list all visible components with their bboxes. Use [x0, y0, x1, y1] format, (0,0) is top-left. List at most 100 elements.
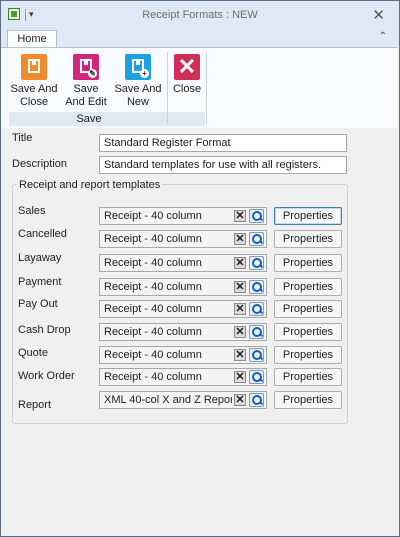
properties-button[interactable]: Properties — [274, 300, 342, 318]
template-select-value: Receipt - 40 column — [104, 210, 202, 222]
close-button[interactable]: ✕ Close — [162, 54, 212, 96]
description-label: Description — [12, 158, 68, 170]
templates-groupbox-title: Receipt and report templates — [17, 179, 163, 191]
search-icon[interactable] — [249, 302, 264, 316]
floppy-disk-edit-icon: ✎ — [73, 54, 99, 80]
save-and-close-label-line1: Save And — [10, 83, 58, 95]
ribbon-group-separator — [206, 52, 207, 124]
x-glyph: ✕ — [177, 54, 197, 79]
template-label-layaway: Layaway — [18, 252, 62, 264]
save-and-edit-label-line1: Save — [73, 83, 99, 95]
title-input[interactable]: Standard Register Format — [99, 134, 347, 152]
magnifier-handle — [258, 355, 264, 361]
template-select-value: Receipt - 40 column — [104, 233, 202, 245]
title-label: Title — [12, 132, 33, 144]
clear-icon[interactable]: ✕ — [234, 281, 246, 293]
tab-home[interactable]: Home — [7, 30, 57, 48]
magnifier-handle — [258, 263, 264, 269]
search-icon[interactable] — [249, 393, 264, 407]
template-select[interactable]: XML 40-col X and Z Report and✕ — [99, 391, 267, 409]
template-select-value: Receipt - 40 column — [104, 281, 202, 293]
description-input[interactable]: Standard templates for use with all regi… — [99, 156, 347, 174]
save-and-new-label-line1: Save And — [114, 83, 162, 95]
save-and-new-button[interactable]: + Save And New — [113, 54, 163, 109]
save-and-close-label-line2: Close — [19, 96, 49, 108]
window-close-icon[interactable]: ✕ — [372, 6, 385, 24]
properties-button[interactable]: Properties — [274, 391, 342, 409]
template-select[interactable]: Receipt - 40 column ✕ — [99, 323, 267, 341]
close-label: Close — [172, 83, 202, 95]
template-select[interactable]: Receipt - 40 column ✕ — [99, 230, 267, 248]
save-and-new-label-line2: New — [126, 96, 149, 108]
template-select-value: Receipt - 40 column — [104, 303, 202, 315]
clear-icon[interactable]: ✕ — [234, 326, 246, 338]
template-label-cash-drop: Cash Drop — [18, 324, 71, 336]
ribbon-tabstrip: Home ⌃ — [1, 29, 399, 48]
magnifier-handle — [258, 377, 264, 383]
template-select[interactable]: Receipt - 40 column ✕ — [99, 300, 267, 318]
template-select[interactable]: Receipt - 40 column ✕ — [99, 207, 267, 225]
properties-button[interactable]: Properties — [274, 323, 342, 341]
search-icon[interactable] — [249, 348, 264, 362]
save-and-edit-label-line2: And Edit — [65, 96, 107, 108]
floppy-disk-new-icon: + — [125, 54, 151, 80]
template-select[interactable]: Receipt - 40 column ✕ — [99, 368, 267, 386]
magnifier-handle — [258, 309, 264, 315]
magnifier-handle — [258, 216, 264, 222]
template-label-payment: Payment — [18, 276, 62, 288]
magnifier-handle — [258, 239, 264, 245]
clear-icon[interactable]: ✕ — [234, 210, 246, 222]
template-select[interactable]: Receipt - 40 column ✕ — [99, 278, 267, 296]
search-icon[interactable] — [249, 370, 264, 384]
properties-button[interactable]: Properties — [274, 368, 342, 386]
search-icon[interactable] — [249, 256, 264, 270]
template-label-cancelled: Cancelled — [18, 228, 67, 240]
properties-button[interactable]: Properties — [274, 346, 342, 364]
template-select[interactable]: Receipt - 40 column ✕ — [99, 346, 267, 364]
title-bar: ▾ Receipt Formats : NEW ✕ — [1, 1, 399, 30]
template-select-value: Receipt - 40 column — [104, 257, 202, 269]
clear-icon[interactable]: ✕ — [234, 303, 246, 315]
close-x-icon: ✕ — [174, 54, 200, 80]
ribbon-group-save: Save And Close ✎ Save And Edit + Save An… — [9, 48, 169, 128]
ribbon-group-save-label: Save — [9, 112, 169, 126]
clear-icon[interactable]: ✕ — [234, 349, 246, 361]
ribbon-group-close-label — [169, 112, 205, 126]
receipt-formats-window: ▾ Receipt Formats : NEW ✕ Home ⌃ Save An… — [0, 0, 400, 537]
clear-icon[interactable]: ✕ — [234, 233, 246, 245]
new-badge-icon: + — [140, 69, 149, 78]
search-icon[interactable] — [249, 232, 264, 246]
magnifier-handle — [258, 332, 264, 338]
clear-icon[interactable]: ✕ — [234, 394, 246, 406]
properties-button[interactable]: Properties — [274, 278, 342, 296]
save-and-edit-button[interactable]: ✎ Save And Edit — [61, 54, 111, 109]
floppy-shape — [28, 59, 40, 73]
save-and-close-button[interactable]: Save And Close — [9, 54, 59, 109]
template-select-value: Receipt - 40 column — [104, 326, 202, 338]
template-select-value: XML 40-col X and Z Report and — [104, 394, 232, 406]
template-select-value: Receipt - 40 column — [104, 371, 202, 383]
edit-badge-icon: ✎ — [88, 69, 97, 78]
clear-icon[interactable]: ✕ — [234, 257, 246, 269]
magnifier-handle — [258, 400, 264, 406]
magnifier-handle — [258, 287, 264, 293]
template-label-pay-out: Pay Out — [18, 298, 58, 310]
properties-button[interactable]: Properties — [274, 207, 342, 225]
template-label-quote: Quote — [18, 347, 48, 359]
properties-button[interactable]: Properties — [274, 230, 342, 248]
form-content: Title Standard Register Format Descripti… — [1, 128, 399, 536]
search-icon[interactable] — [249, 325, 264, 339]
template-select-value: Receipt - 40 column — [104, 349, 202, 361]
ribbon-group-close: ✕ Close — [169, 48, 205, 128]
ribbon-collapse-icon[interactable]: ⌃ — [379, 31, 387, 42]
floppy-disk-icon — [21, 54, 47, 80]
properties-button[interactable]: Properties — [274, 254, 342, 272]
window-title: Receipt Formats : NEW — [142, 9, 258, 21]
clear-icon[interactable]: ✕ — [234, 371, 246, 383]
search-icon[interactable] — [249, 209, 264, 223]
template-label-sales: Sales — [18, 205, 46, 217]
ribbon: Save And Close ✎ Save And Edit + Save An… — [1, 47, 397, 129]
search-icon[interactable] — [249, 280, 264, 294]
template-select[interactable]: Receipt - 40 column ✕ — [99, 254, 267, 272]
template-label-report: Report — [18, 399, 52, 411]
